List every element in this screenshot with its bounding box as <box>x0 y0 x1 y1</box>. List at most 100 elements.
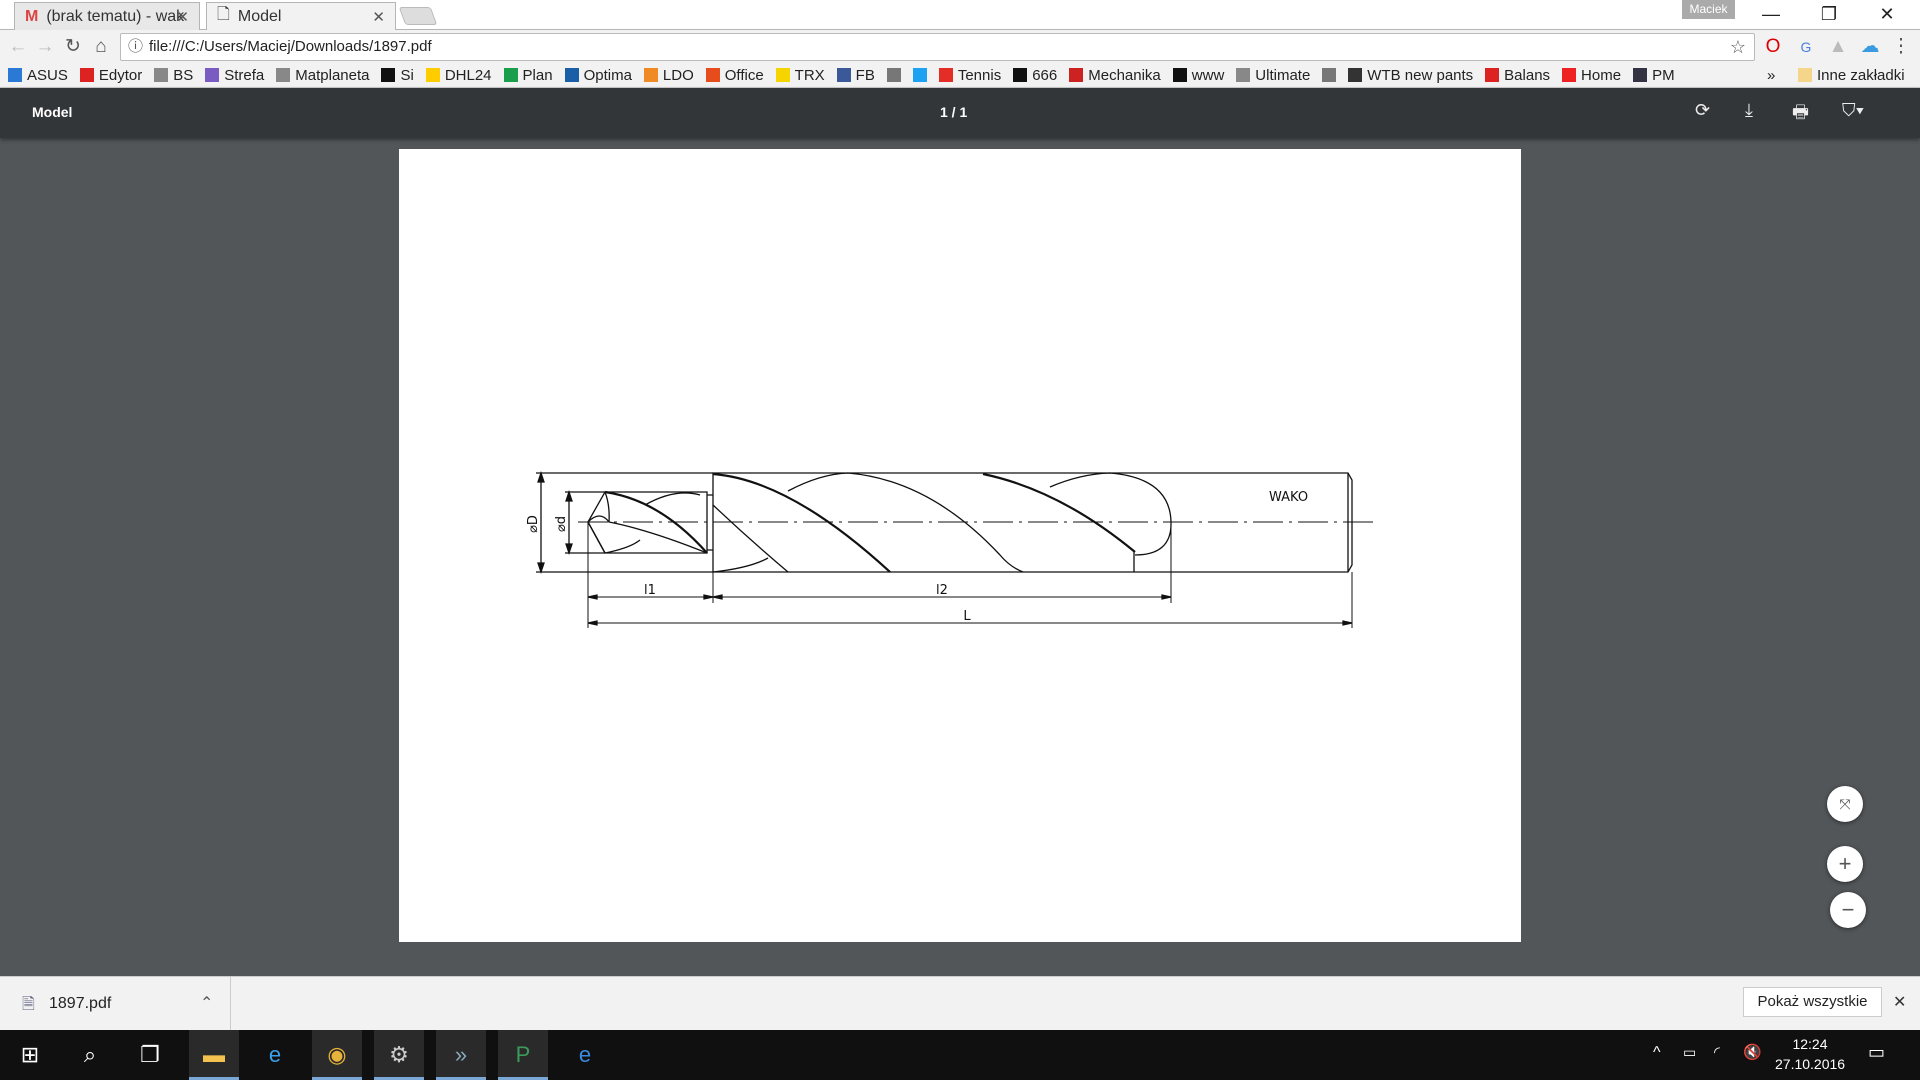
close-tab-icon[interactable]: ✕ <box>372 8 385 26</box>
bookmark-item[interactable]: Balans <box>1485 67 1550 84</box>
restore-button[interactable]: ❐ <box>1800 0 1858 30</box>
drive-extension-icon[interactable]: ▲ <box>1825 34 1851 60</box>
bookmark-item[interactable]: ASUS <box>8 67 68 84</box>
bookmark-item[interactable]: WTB new pants <box>1348 67 1473 84</box>
tab-gmail[interactable]: M (brak tematu) - wak ✕ <box>14 2 200 30</box>
bookmark-label: Edytor <box>98 66 143 84</box>
wifi-icon[interactable]: ◜ <box>1714 1043 1720 1061</box>
volume-muted-icon[interactable]: 🔇 <box>1743 1043 1762 1061</box>
bookmark-item[interactable]: Optima <box>564 66 632 84</box>
tray-chevron-icon[interactable]: ^ <box>1653 1044 1661 1062</box>
forward-icon[interactable]: → <box>32 34 58 60</box>
rotate-icon[interactable]: ⟳ <box>1695 100 1710 121</box>
document-title: Model <box>32 104 73 120</box>
bookmark-item[interactable]: Tennis <box>938 67 1001 84</box>
page-indicator: 1 / 1 <box>940 104 968 120</box>
steam-icon[interactable]: ⚙ <box>374 1030 424 1080</box>
notification-icon[interactable]: ▭ <box>1868 1042 1885 1063</box>
bookmark-label: Plan <box>522 66 553 84</box>
bookmark-item[interactable]: Strefa <box>205 67 264 84</box>
bookmark-item[interactable]: Home <box>1562 67 1621 84</box>
fit-page-button[interactable]: ⤧ <box>1827 786 1863 822</box>
bookmark-icon[interactable]: ⛉▾ <box>1842 100 1864 121</box>
home-icon[interactable]: ⌂ <box>88 34 114 60</box>
download-icon[interactable]: ⤓ <box>1745 100 1753 121</box>
close-window-button[interactable]: ✕ <box>1858 0 1916 30</box>
bookmark-item[interactable]: Si <box>381 67 414 84</box>
flute-edge <box>587 521 606 554</box>
bookmark-icon <box>564 68 579 82</box>
address-bar[interactable]: ⓘ file:///C:/Users/Maciej/Downloads/1897… <box>120 33 1755 61</box>
bookmark-label: Optima <box>583 66 632 84</box>
bookmark-item[interactable] <box>912 68 927 82</box>
bookmark-item[interactable]: TRX <box>775 67 825 84</box>
bookmark-label: BS <box>173 66 194 84</box>
profile-button[interactable]: Maciek <box>1682 0 1735 19</box>
flute-edge <box>1049 472 1172 556</box>
minimize-button[interactable]: — <box>1742 0 1800 30</box>
bookmark-item[interactable]: www <box>1172 66 1225 84</box>
clock[interactable]: 12:24 27.10.2016 <box>1775 1036 1845 1072</box>
chrome-icon[interactable]: ◉ <box>312 1030 362 1080</box>
label-L: L <box>963 609 971 624</box>
file-explorer-icon[interactable]: ▬ <box>189 1030 239 1080</box>
bookmark-item[interactable]: 666 <box>1013 67 1057 84</box>
tab-label: Model <box>237 7 282 25</box>
bookmark-item[interactable] <box>886 68 901 82</box>
bookmark-label: ASUS <box>27 66 68 84</box>
close-tab-icon[interactable]: ✕ <box>176 8 189 26</box>
project-icon[interactable]: P <box>498 1030 548 1080</box>
url-text: file:///C:/Users/Maciej/Downloads/1897.p… <box>149 38 432 55</box>
bookmark-label: Ultimate <box>1255 66 1311 84</box>
bookmarks-bar: ASUS Edytor BS Strefa Matplaneta Si DHL24 Plan O… <box>0 63 1920 88</box>
menu-icon[interactable]: ⋮ <box>1888 34 1914 60</box>
translate-extension-icon[interactable]: G <box>1793 34 1819 60</box>
bookmark-item[interactable]: Office <box>705 67 764 84</box>
app-icon[interactable]: » <box>436 1030 486 1080</box>
bookmark-item[interactable]: Mechanika <box>1069 67 1161 84</box>
tab-model[interactable]: 🗋 Model ✕ <box>206 2 396 30</box>
reload-icon[interactable]: ↻ <box>60 34 86 60</box>
bookmark-item[interactable] <box>1322 68 1337 82</box>
bookmark-icon <box>1485 68 1500 82</box>
search-icon[interactable]: ⌕ <box>65 1030 115 1080</box>
bookmark-item[interactable]: DHL24 <box>425 67 492 84</box>
task-view-icon[interactable]: ❐ <box>125 1030 175 1080</box>
bookmark-item[interactable]: Ultimate <box>1236 67 1310 84</box>
drill-drawing: ⌀D ⌀d l1 l2 L WAKO <box>526 470 1378 628</box>
pdf-file-icon: 🗎 <box>22 996 35 1013</box>
bookmark-label: www <box>1191 66 1225 84</box>
edge-icon[interactable]: e <box>560 1030 610 1080</box>
bookmarks-overflow-button[interactable]: » <box>1767 67 1775 84</box>
bookmark-item[interactable]: Edytor <box>79 66 143 84</box>
show-all-button[interactable]: Pokaż wszystkie <box>1743 987 1882 1017</box>
chevron-up-icon[interactable]: ⌃ <box>200 993 213 1013</box>
zoom-out-button[interactable]: − <box>1830 892 1866 928</box>
cloud-extension-icon[interactable]: ☁ <box>1857 34 1883 60</box>
star-icon[interactable]: ☆ <box>1730 34 1746 60</box>
other-bookmarks-folder[interactable]: Inne zakładki <box>1798 67 1905 84</box>
bookmark-item[interactable]: LDO <box>643 67 694 84</box>
opera-extension-icon[interactable]: O <box>1760 34 1786 60</box>
bookmark-item[interactable]: BS <box>154 67 193 84</box>
close-download-bar-icon[interactable]: ✕ <box>1893 992 1906 1012</box>
bookmark-label: Home <box>1581 66 1622 84</box>
download-item[interactable]: 🗎 1897.pdf ⌃ <box>0 977 231 1031</box>
flute-edge <box>712 472 891 573</box>
bookmark-item[interactable]: PM <box>1633 67 1675 84</box>
print-icon[interactable]: 🖶 <box>1792 100 1809 130</box>
bookmark-item[interactable]: Plan <box>503 66 553 84</box>
bookmark-icon <box>1348 68 1363 82</box>
bookmark-item[interactable]: FB <box>836 67 875 84</box>
bookmark-item[interactable]: Matplaneta <box>276 67 369 84</box>
back-icon[interactable]: ← <box>5 34 31 60</box>
zoom-in-button[interactable]: + <box>1827 846 1863 882</box>
new-tab-button[interactable] <box>398 7 438 25</box>
battery-icon[interactable]: ▭ <box>1683 1044 1696 1061</box>
internet-explorer-icon[interactable]: e <box>250 1030 300 1080</box>
bookmark-icon <box>938 68 953 82</box>
bookmark-icon <box>775 68 790 82</box>
label-D: ⌀D <box>526 515 541 533</box>
other-bookmarks-label: Inne zakładki <box>1817 66 1905 84</box>
windows-start-icon[interactable]: ⊞ <box>5 1030 55 1080</box>
